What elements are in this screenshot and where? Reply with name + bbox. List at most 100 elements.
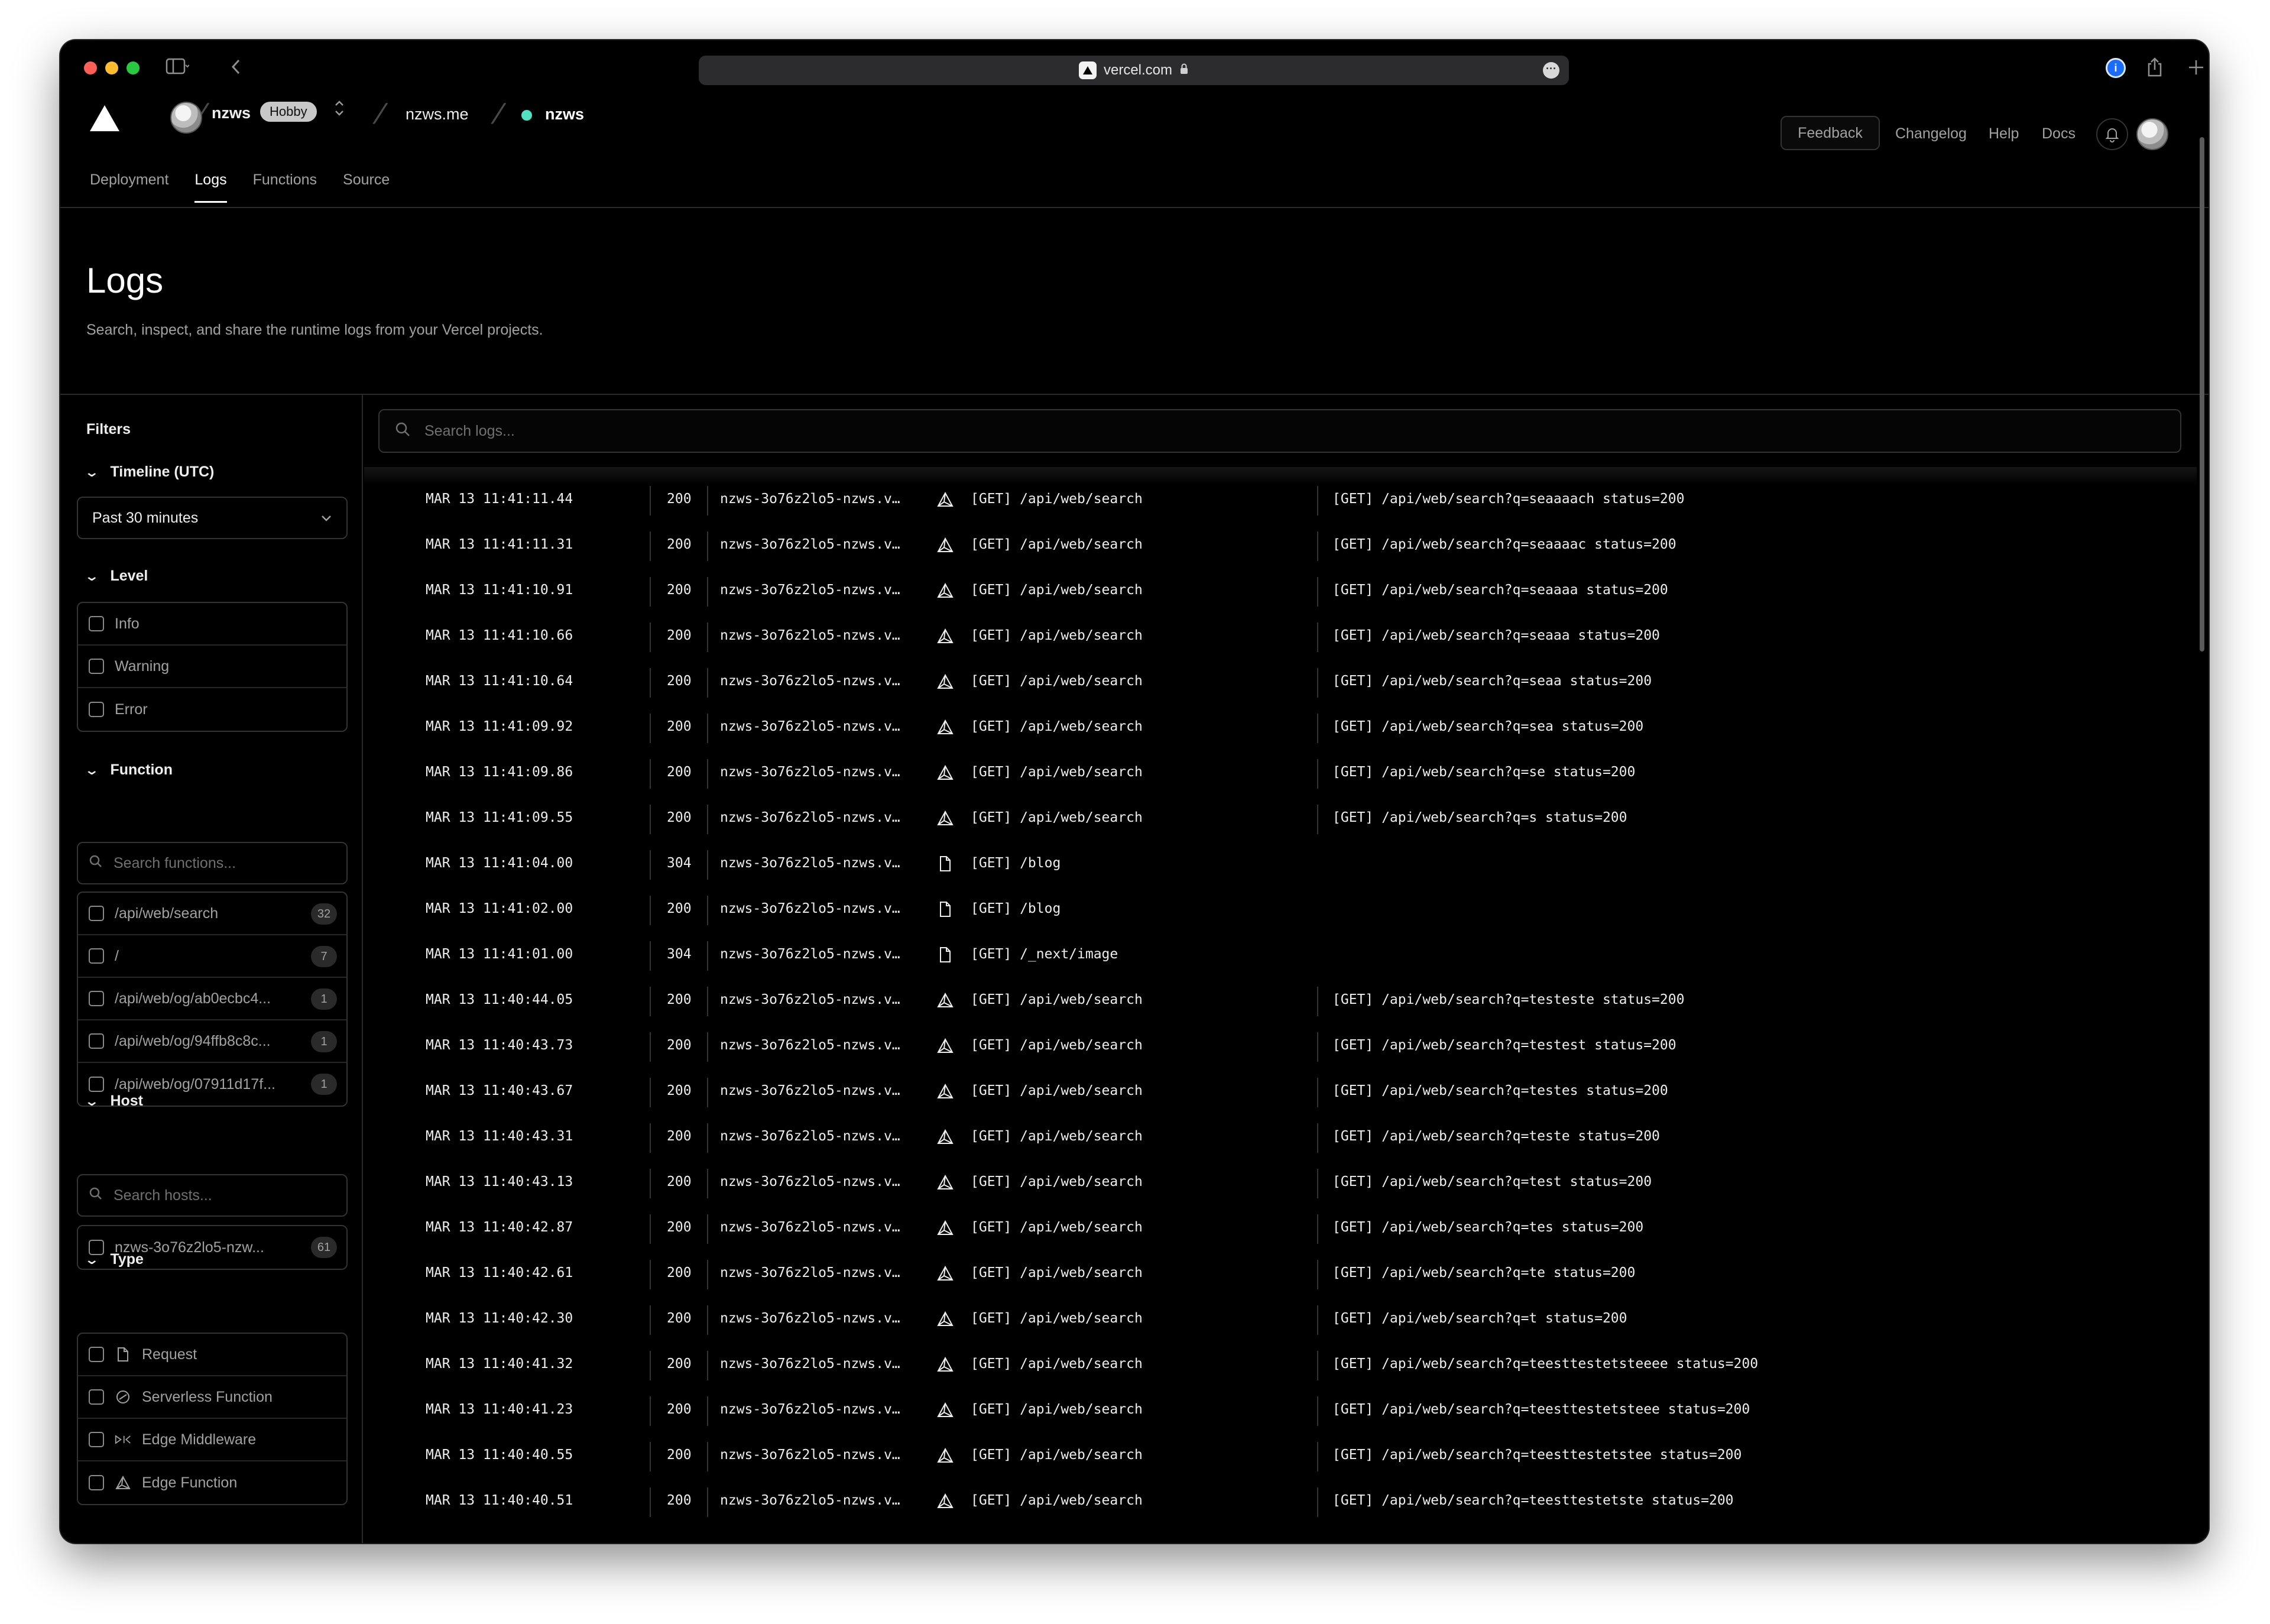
vercel-logo-icon[interactable] xyxy=(89,104,121,135)
edge-function-icon xyxy=(935,1218,955,1238)
type-option-edge-middleware[interactable]: Edge Middleware xyxy=(78,1419,346,1461)
log-row[interactable]: MAR 13 11:41:01.00 304 nzws-3o76z2lo5-nzws… xyxy=(364,933,2197,978)
browser-toolbar: vercel.com ··· i xyxy=(60,40,2209,96)
timeline-section-toggle[interactable]: ⌄ Timeline (UTC) xyxy=(84,463,214,481)
log-message: [GET] /api/web/search?q=t status=200 xyxy=(1332,1311,1627,1326)
edge-function-icon xyxy=(935,626,955,646)
close-window-button[interactable] xyxy=(84,61,97,74)
log-row[interactable]: MAR 13 11:41:09.92 200 nzws-3o76z2lo5-nzws… xyxy=(364,705,2197,751)
level-section-toggle[interactable]: ⌄ Level xyxy=(84,568,148,585)
log-row[interactable]: MAR 13 11:41:11.31 200 nzws-3o76z2lo5-nzws… xyxy=(364,523,2197,569)
column-divider xyxy=(1317,1442,1318,1471)
project-name[interactable]: nzws.me xyxy=(406,105,469,124)
checkbox[interactable] xyxy=(89,1347,104,1362)
tab-deployment[interactable]: Deployment xyxy=(90,171,168,203)
checkbox[interactable] xyxy=(89,659,104,674)
type-option-serverless-function[interactable]: Serverless Function xyxy=(78,1376,346,1419)
checkbox[interactable] xyxy=(89,1033,104,1049)
help-link[interactable]: Help xyxy=(1989,125,2019,142)
type-option-request[interactable]: Request xyxy=(78,1334,346,1376)
level-option-error[interactable]: Error xyxy=(78,688,346,731)
team-switcher-icon[interactable] xyxy=(333,98,345,120)
log-row[interactable]: MAR 13 11:40:44.05 200 nzws-3o76z2lo5-nzws… xyxy=(364,978,2197,1024)
checkbox[interactable] xyxy=(89,1432,104,1447)
tab-logs[interactable]: Logs xyxy=(194,171,227,203)
docs-link[interactable]: Docs xyxy=(2042,125,2076,142)
checkbox[interactable] xyxy=(89,991,104,1006)
log-time: MAR 13 11:41:11.31 xyxy=(426,537,573,552)
team-avatar[interactable] xyxy=(170,102,202,134)
type-option-edge-function[interactable]: Edge Function xyxy=(78,1461,346,1504)
host-section-toggle[interactable]: ⌄ Host xyxy=(84,1093,143,1110)
log-row[interactable]: MAR 13 11:41:09.55 200 nzws-3o76z2lo5-nzws… xyxy=(364,796,2197,842)
password-manager-icon[interactable]: i xyxy=(2106,58,2126,78)
deployment-name[interactable]: nzws xyxy=(545,105,584,124)
log-row[interactable]: MAR 13 11:41:10.64 200 nzws-3o76z2lo5-nzws… xyxy=(364,660,2197,705)
log-host: nzws-3o76z2lo5-nzws.v… xyxy=(720,1402,900,1417)
checkbox[interactable] xyxy=(89,616,104,631)
team-name[interactable]: nzws xyxy=(212,104,251,122)
log-row[interactable]: MAR 13 11:40:42.61 200 nzws-3o76z2lo5-nzws… xyxy=(364,1252,2197,1297)
log-row[interactable]: MAR 13 11:41:02.00 200 nzws-3o76z2lo5-nzws… xyxy=(364,887,2197,933)
checkbox[interactable] xyxy=(89,1475,104,1490)
tab-functions[interactable]: Functions xyxy=(253,171,317,203)
user-avatar[interactable] xyxy=(2136,118,2168,150)
checkbox[interactable] xyxy=(89,1389,104,1405)
chevron-down-icon: ⌄ xyxy=(84,1093,100,1108)
column-divider xyxy=(650,1442,651,1471)
function-option[interactable]: /api/web/og/ab0ecbc4... 1 xyxy=(78,978,346,1020)
file-icon xyxy=(935,899,955,919)
checkbox[interactable] xyxy=(89,906,104,921)
log-row[interactable]: MAR 13 11:40:42.30 200 nzws-3o76z2lo5-nzws… xyxy=(364,1297,2197,1343)
log-message: [GET] /api/web/search?q=test status=200 xyxy=(1332,1174,1652,1189)
share-icon[interactable] xyxy=(2146,57,2164,83)
logs-search-input[interactable]: Search logs... xyxy=(378,409,2181,453)
notifications-bell-icon[interactable] xyxy=(2096,118,2128,150)
zoom-window-button[interactable] xyxy=(127,61,140,74)
log-row[interactable]: MAR 13 11:41:04.00 304 nzws-3o76z2lo5-nzws… xyxy=(364,842,2197,887)
level-option-info[interactable]: Info xyxy=(78,603,346,646)
log-message: [GET] /api/web/search?q=seaa status=200 xyxy=(1332,673,1652,689)
column-divider xyxy=(650,1260,651,1289)
sidebar-toggle-icon[interactable] xyxy=(166,57,190,82)
log-row[interactable]: MAR 13 11:41:10.91 200 nzws-3o76z2lo5-nzws… xyxy=(364,569,2197,614)
page-scrollbar[interactable] xyxy=(2198,96,2206,663)
tab-source[interactable]: Source xyxy=(343,171,390,203)
checkbox[interactable] xyxy=(89,702,104,717)
chevron-down-icon: ⌄ xyxy=(84,464,100,479)
log-row[interactable]: MAR 13 11:40:42.87 200 nzws-3o76z2lo5-nzws… xyxy=(364,1206,2197,1252)
log-row[interactable]: MAR 13 11:40:43.67 200 nzws-3o76z2lo5-nzws… xyxy=(364,1069,2197,1115)
checkbox[interactable] xyxy=(89,1077,104,1092)
level-option-warning[interactable]: Warning xyxy=(78,646,346,688)
function-option[interactable]: / 7 xyxy=(78,935,346,978)
log-row[interactable]: MAR 13 11:41:09.86 200 nzws-3o76z2lo5-nzws… xyxy=(364,751,2197,796)
log-row[interactable]: MAR 13 11:40:41.23 200 nzws-3o76z2lo5-nzws… xyxy=(364,1388,2197,1434)
log-row[interactable]: MAR 13 11:40:40.51 200 nzws-3o76z2lo5-nzws… xyxy=(364,1479,2197,1525)
function-option[interactable]: /api/web/og/94ffb8c8c... 1 xyxy=(78,1020,346,1063)
timeline-select[interactable]: Past 30 minutes xyxy=(77,497,348,539)
type-section-toggle[interactable]: ⌄ Type xyxy=(84,1251,144,1268)
host-search-input[interactable]: Search hosts... xyxy=(77,1174,348,1217)
more-options-icon[interactable]: ··· xyxy=(1543,62,1559,79)
log-request: [GET] /blog xyxy=(971,901,1061,916)
log-time: MAR 13 11:41:09.55 xyxy=(426,810,573,825)
function-section-toggle[interactable]: ⌄ Function xyxy=(84,761,173,779)
log-row[interactable]: MAR 13 11:40:43.31 200 nzws-3o76z2lo5-nzws… xyxy=(364,1115,2197,1161)
function-search-input[interactable]: Search functions... xyxy=(77,842,348,884)
log-row[interactable]: MAR 13 11:40:41.32 200 nzws-3o76z2lo5-nzws… xyxy=(364,1343,2197,1388)
log-row[interactable]: MAR 13 11:41:10.66 200 nzws-3o76z2lo5-nzws… xyxy=(364,614,2197,660)
log-row[interactable]: MAR 13 11:40:43.73 200 nzws-3o76z2lo5-nzws… xyxy=(364,1024,2197,1069)
address-bar[interactable]: vercel.com ··· xyxy=(699,56,1569,85)
log-row[interactable]: MAR 13 11:40:43.13 200 nzws-3o76z2lo5-nzws… xyxy=(364,1161,2197,1206)
new-tab-icon[interactable] xyxy=(2187,57,2205,83)
function-option[interactable]: /api/web/search 32 xyxy=(78,893,346,935)
minimize-window-button[interactable] xyxy=(105,61,118,74)
feedback-button[interactable]: Feedback xyxy=(1781,116,1880,150)
column-divider xyxy=(1317,1032,1318,1062)
changelog-link[interactable]: Changelog xyxy=(1895,125,1967,142)
log-row[interactable]: MAR 13 11:40:40.55 200 nzws-3o76z2lo5-nzws… xyxy=(364,1434,2197,1479)
checkbox[interactable] xyxy=(89,948,104,964)
log-row[interactable]: MAR 13 11:41:11.44 200 nzws-3o76z2lo5-nzws… xyxy=(364,478,2197,523)
back-icon[interactable] xyxy=(229,57,244,82)
column-divider xyxy=(650,805,651,834)
